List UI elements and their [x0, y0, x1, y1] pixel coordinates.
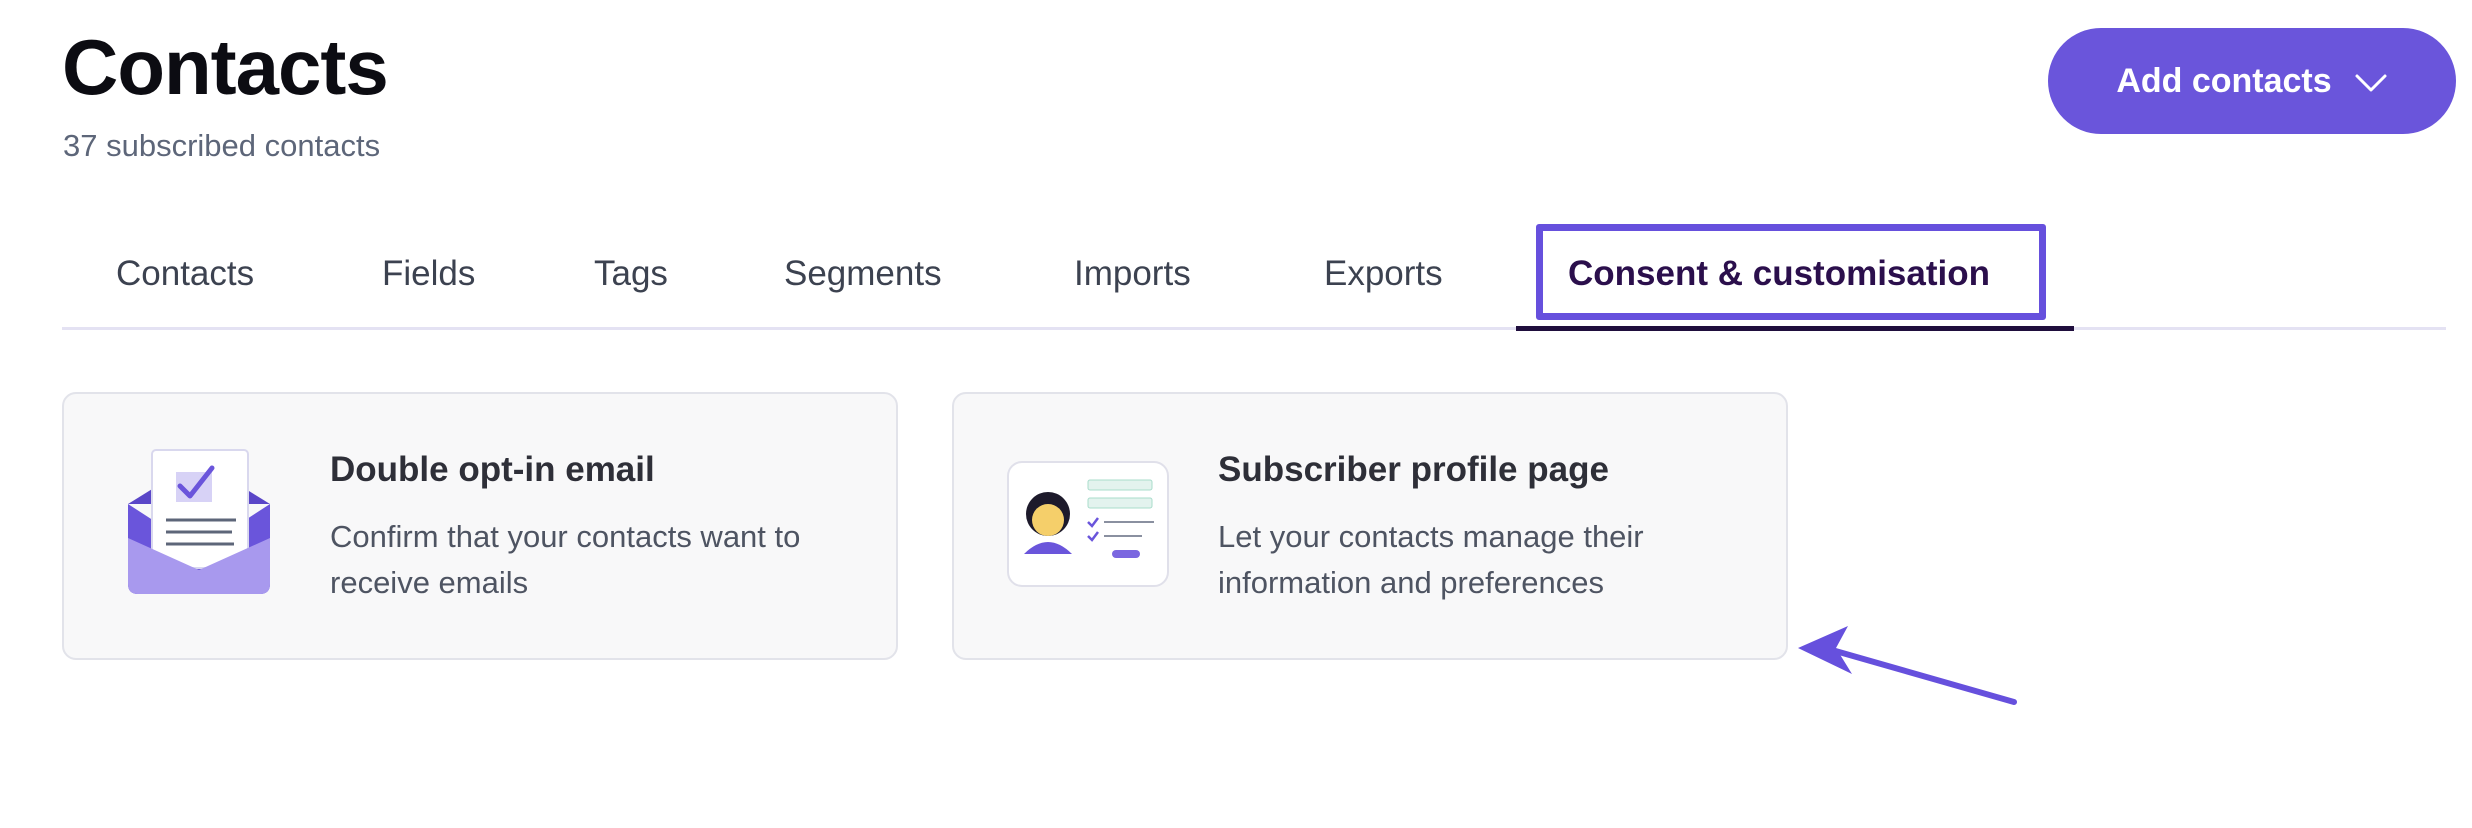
subscriber-profile-card[interactable]: Subscriber profile page Let your contact…: [952, 392, 1788, 660]
page-title: Contacts: [62, 23, 389, 111]
double-opt-in-card[interactable]: Double opt-in email Confirm that your co…: [62, 392, 898, 660]
tab-bar: Contacts Fields Tags Segments Imports Ex…: [62, 220, 2446, 330]
profile-card-icon: [1007, 461, 1169, 587]
tab-exports[interactable]: Exports: [1324, 254, 1443, 294]
tab-imports[interactable]: Imports: [1074, 254, 1191, 294]
card-description: Confirm that your contacts want to recei…: [330, 519, 801, 600]
tab-fields[interactable]: Fields: [382, 254, 475, 294]
chevron-down-icon: [2355, 74, 2387, 92]
card-title: Double opt-in email: [330, 450, 655, 489]
tab-contacts[interactable]: Contacts: [116, 254, 254, 294]
tab-tags[interactable]: Tags: [594, 254, 668, 294]
highlight-box: [1536, 224, 2046, 320]
add-contacts-button[interactable]: Add contacts: [2048, 28, 2456, 134]
tab-segments[interactable]: Segments: [784, 254, 942, 294]
card-description: Let your contacts manage their informati…: [1218, 519, 1644, 600]
active-tab-indicator: [1516, 326, 2074, 331]
subscribed-count: 37 subscribed contacts: [63, 128, 381, 163]
envelope-checkbox-icon: [128, 449, 270, 594]
pointer-arrow-icon: [1798, 626, 2017, 705]
add-contacts-label: Add contacts: [2116, 61, 2332, 100]
card-title: Subscriber profile page: [1218, 450, 1609, 489]
